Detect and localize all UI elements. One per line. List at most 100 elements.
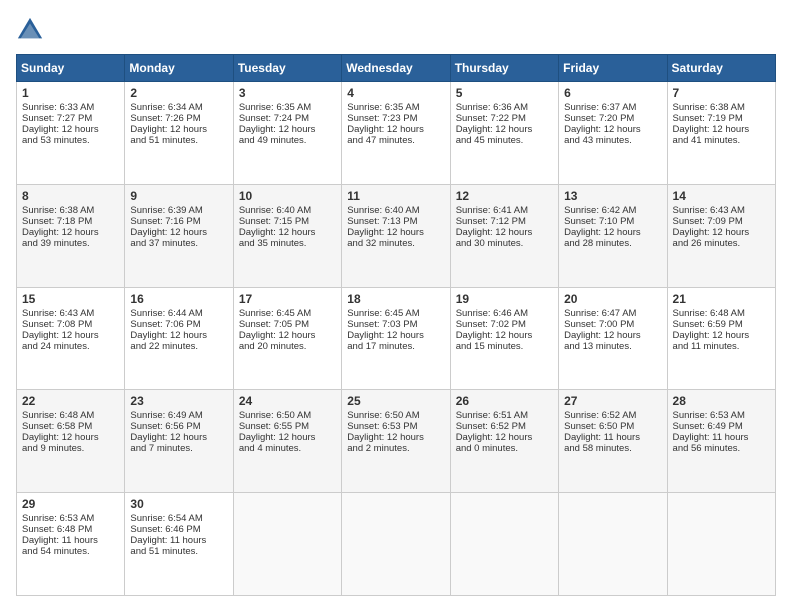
day-number: 27 — [564, 394, 661, 408]
cell-text: and 7 minutes. — [130, 443, 227, 454]
cell-text: Sunset: 6:46 PM — [130, 524, 227, 535]
cell-text: Daylight: 11 hours — [673, 432, 770, 443]
day-number: 17 — [239, 292, 336, 306]
cell-text: Sunrise: 6:50 AM — [239, 410, 336, 421]
day-number: 20 — [564, 292, 661, 306]
calendar-cell: 23Sunrise: 6:49 AMSunset: 6:56 PMDayligh… — [125, 390, 233, 493]
day-number: 6 — [564, 86, 661, 100]
cell-text: Daylight: 11 hours — [22, 535, 119, 546]
cell-text: Sunrise: 6:39 AM — [130, 205, 227, 216]
cell-text: Daylight: 12 hours — [130, 432, 227, 443]
calendar-cell: 18Sunrise: 6:45 AMSunset: 7:03 PMDayligh… — [342, 287, 450, 390]
cell-text: and 32 minutes. — [347, 238, 444, 249]
day-number: 15 — [22, 292, 119, 306]
calendar-week-2: 8Sunrise: 6:38 AMSunset: 7:18 PMDaylight… — [17, 184, 776, 287]
calendar-cell: 5Sunrise: 6:36 AMSunset: 7:22 PMDaylight… — [450, 82, 558, 185]
cell-text: Sunset: 7:02 PM — [456, 319, 553, 330]
cell-text: Daylight: 12 hours — [456, 227, 553, 238]
cell-text: Sunrise: 6:47 AM — [564, 308, 661, 319]
cell-text: Daylight: 12 hours — [347, 330, 444, 341]
cell-text: and 56 minutes. — [673, 443, 770, 454]
cell-text: Daylight: 12 hours — [22, 227, 119, 238]
day-number: 28 — [673, 394, 770, 408]
calendar-week-3: 15Sunrise: 6:43 AMSunset: 7:08 PMDayligh… — [17, 287, 776, 390]
cell-text: and 9 minutes. — [22, 443, 119, 454]
column-header-sunday: Sunday — [17, 55, 125, 82]
column-header-tuesday: Tuesday — [233, 55, 341, 82]
cell-text: Sunset: 6:55 PM — [239, 421, 336, 432]
cell-text: Sunrise: 6:50 AM — [347, 410, 444, 421]
calendar-week-1: 1Sunrise: 6:33 AMSunset: 7:27 PMDaylight… — [17, 82, 776, 185]
cell-text: and 13 minutes. — [564, 341, 661, 352]
cell-text: Sunrise: 6:43 AM — [22, 308, 119, 319]
day-number: 24 — [239, 394, 336, 408]
page: SundayMondayTuesdayWednesdayThursdayFrid… — [0, 0, 792, 612]
header — [16, 16, 776, 44]
day-number: 10 — [239, 189, 336, 203]
day-number: 16 — [130, 292, 227, 306]
cell-text: and 26 minutes. — [673, 238, 770, 249]
day-number: 14 — [673, 189, 770, 203]
cell-text: and 39 minutes. — [22, 238, 119, 249]
calendar-cell: 2Sunrise: 6:34 AMSunset: 7:26 PMDaylight… — [125, 82, 233, 185]
cell-text: Sunrise: 6:54 AM — [130, 513, 227, 524]
cell-text: and 2 minutes. — [347, 443, 444, 454]
calendar-cell: 10Sunrise: 6:40 AMSunset: 7:15 PMDayligh… — [233, 184, 341, 287]
calendar-cell — [342, 493, 450, 596]
cell-text: Daylight: 12 hours — [564, 330, 661, 341]
cell-text: and 24 minutes. — [22, 341, 119, 352]
calendar-cell: 13Sunrise: 6:42 AMSunset: 7:10 PMDayligh… — [559, 184, 667, 287]
day-number: 29 — [22, 497, 119, 511]
day-number: 13 — [564, 189, 661, 203]
cell-text: Sunset: 7:00 PM — [564, 319, 661, 330]
cell-text: and 22 minutes. — [130, 341, 227, 352]
calendar-cell: 25Sunrise: 6:50 AMSunset: 6:53 PMDayligh… — [342, 390, 450, 493]
cell-text: Daylight: 12 hours — [22, 432, 119, 443]
day-number: 30 — [130, 497, 227, 511]
cell-text: Sunset: 7:19 PM — [673, 113, 770, 124]
cell-text: Daylight: 12 hours — [673, 227, 770, 238]
calendar-header-row: SundayMondayTuesdayWednesdayThursdayFrid… — [17, 55, 776, 82]
cell-text: Sunrise: 6:48 AM — [673, 308, 770, 319]
cell-text: Daylight: 12 hours — [564, 124, 661, 135]
day-number: 3 — [239, 86, 336, 100]
cell-text: Sunset: 6:52 PM — [456, 421, 553, 432]
cell-text: and 4 minutes. — [239, 443, 336, 454]
calendar-cell — [233, 493, 341, 596]
calendar-cell: 9Sunrise: 6:39 AMSunset: 7:16 PMDaylight… — [125, 184, 233, 287]
day-number: 1 — [22, 86, 119, 100]
cell-text: and 28 minutes. — [564, 238, 661, 249]
cell-text: Sunrise: 6:40 AM — [239, 205, 336, 216]
calendar-cell: 29Sunrise: 6:53 AMSunset: 6:48 PMDayligh… — [17, 493, 125, 596]
cell-text: Sunrise: 6:41 AM — [456, 205, 553, 216]
cell-text: and 53 minutes. — [22, 135, 119, 146]
cell-text: Sunset: 7:09 PM — [673, 216, 770, 227]
cell-text: Daylight: 12 hours — [564, 227, 661, 238]
calendar-cell: 17Sunrise: 6:45 AMSunset: 7:05 PMDayligh… — [233, 287, 341, 390]
cell-text: Daylight: 12 hours — [22, 330, 119, 341]
calendar-cell: 22Sunrise: 6:48 AMSunset: 6:58 PMDayligh… — [17, 390, 125, 493]
cell-text: Sunrise: 6:51 AM — [456, 410, 553, 421]
logo — [16, 16, 48, 44]
day-number: 9 — [130, 189, 227, 203]
column-header-friday: Friday — [559, 55, 667, 82]
cell-text: Sunset: 7:18 PM — [22, 216, 119, 227]
cell-text: Sunrise: 6:38 AM — [673, 102, 770, 113]
day-number: 11 — [347, 189, 444, 203]
cell-text: and 51 minutes. — [130, 546, 227, 557]
cell-text: Sunset: 7:05 PM — [239, 319, 336, 330]
cell-text: Sunset: 7:06 PM — [130, 319, 227, 330]
cell-text: Sunset: 6:56 PM — [130, 421, 227, 432]
cell-text: Sunset: 7:08 PM — [22, 319, 119, 330]
cell-text: Daylight: 11 hours — [130, 535, 227, 546]
calendar-cell: 19Sunrise: 6:46 AMSunset: 7:02 PMDayligh… — [450, 287, 558, 390]
cell-text: and 43 minutes. — [564, 135, 661, 146]
cell-text: Sunrise: 6:43 AM — [673, 205, 770, 216]
cell-text: and 51 minutes. — [130, 135, 227, 146]
cell-text: Sunrise: 6:45 AM — [347, 308, 444, 319]
day-number: 5 — [456, 86, 553, 100]
cell-text: Sunrise: 6:53 AM — [22, 513, 119, 524]
cell-text: Sunset: 7:20 PM — [564, 113, 661, 124]
cell-text: Sunrise: 6:46 AM — [456, 308, 553, 319]
cell-text: Sunset: 7:13 PM — [347, 216, 444, 227]
